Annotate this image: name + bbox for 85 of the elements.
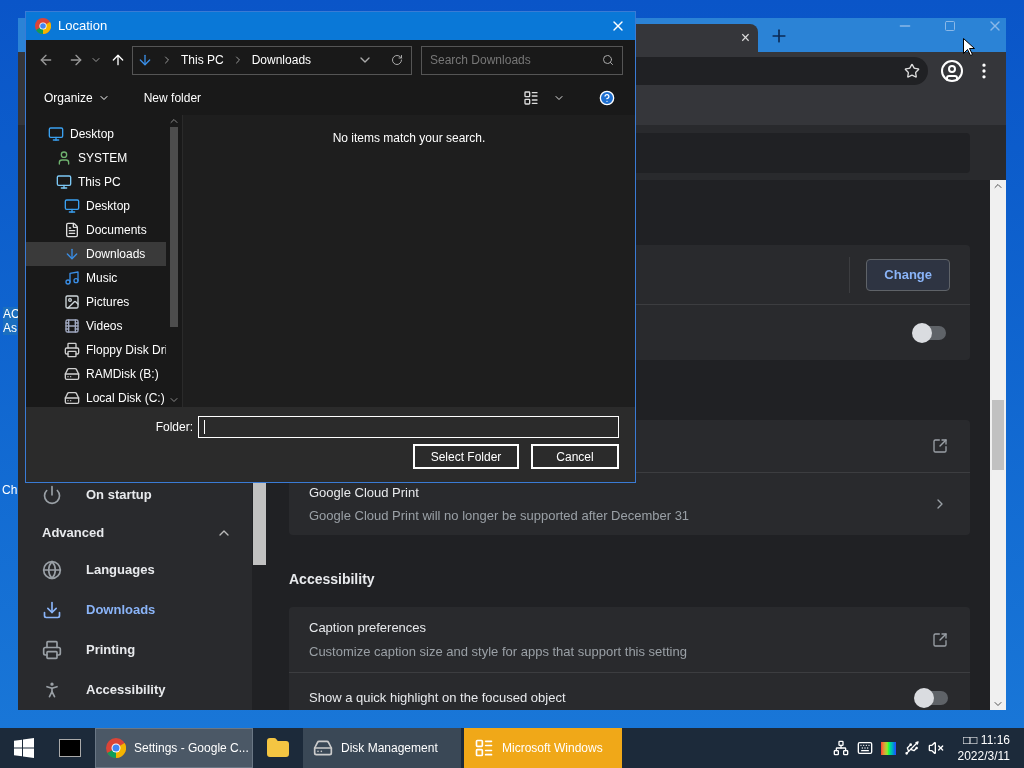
change-button[interactable]: Change xyxy=(866,258,950,291)
download-icon xyxy=(42,600,62,620)
organize-button[interactable]: Organize xyxy=(44,88,110,107)
computer-icon xyxy=(56,174,72,190)
download-icon xyxy=(64,246,80,262)
up-icon[interactable] xyxy=(110,52,126,68)
taskbar-button[interactable]: Disk Management xyxy=(303,728,461,768)
tree-item[interactable]: RAMDisk (B:) xyxy=(26,362,166,386)
muted-speaker-icon[interactable] xyxy=(927,740,944,756)
taskbar-button[interactable]: Settings - Google C... xyxy=(95,728,253,768)
desktop-icon xyxy=(48,126,64,142)
chrome-logo-icon xyxy=(106,738,126,758)
tab-close-icon[interactable]: × xyxy=(740,30,750,46)
star-icon[interactable] xyxy=(904,63,920,79)
tree-item[interactable]: Local Disk (C:) xyxy=(26,386,166,407)
row-subtitle: Customize caption size and style for apps that support this setting xyxy=(309,642,687,661)
tree-item[interactable]: Desktop xyxy=(26,122,166,146)
tree-item[interactable]: Documents xyxy=(26,218,166,242)
address-bar[interactable]: This PC Downloads xyxy=(132,45,412,75)
sidebar-item[interactable]: Downloads xyxy=(18,590,252,630)
search-field[interactable]: Search Downloads xyxy=(421,45,623,75)
display-icon[interactable] xyxy=(880,741,896,755)
folder-input-field[interactable] xyxy=(198,416,619,438)
keyboard-icon[interactable] xyxy=(856,740,873,756)
music-icon xyxy=(64,270,80,286)
refresh-icon[interactable] xyxy=(391,54,403,66)
tree-item[interactable]: SYSTEM xyxy=(26,146,166,170)
profile-icon[interactable] xyxy=(940,59,964,83)
external-link-icon[interactable] xyxy=(932,631,948,648)
search-icon xyxy=(602,54,614,66)
console-icon xyxy=(59,739,81,757)
desktop-icon-label: Ch xyxy=(2,483,18,497)
toggle-switch[interactable] xyxy=(914,325,946,340)
external-link-icon[interactable] xyxy=(932,438,948,454)
tree-item[interactable]: Desktop xyxy=(26,194,166,218)
row-title: Google Cloud Print xyxy=(309,483,420,502)
breadcrumb-item[interactable]: Downloads xyxy=(251,51,312,69)
chrome-logo-icon xyxy=(35,18,51,34)
row-title: Show a quick highlight on the focused object xyxy=(309,688,566,707)
new-folder-button[interactable]: New folder xyxy=(143,88,202,107)
view-icon[interactable] xyxy=(523,89,539,106)
toggle-switch[interactable] xyxy=(916,690,948,705)
network-icon[interactable] xyxy=(832,740,849,756)
empty-message: No items match your search. xyxy=(332,130,486,147)
clock[interactable]: □□ 11:16 2022/3/11 xyxy=(957,732,1010,764)
folder-label: Folder: xyxy=(155,419,193,436)
picture-icon xyxy=(64,294,80,310)
forward-icon[interactable] xyxy=(68,52,84,68)
scrollbar[interactable] xyxy=(990,180,1006,710)
sidebar-item[interactable]: Languages xyxy=(18,550,252,590)
tree-item[interactable]: Downloads xyxy=(26,242,166,266)
sidebar-heading[interactable]: Advanced xyxy=(42,522,105,543)
tree-item[interactable]: Music xyxy=(26,266,166,290)
scrollbar-thumb[interactable] xyxy=(170,127,178,327)
windows-logo-icon xyxy=(14,738,34,758)
desktop-icon-label: As xyxy=(3,321,17,335)
mouse-cursor-icon xyxy=(963,38,975,56)
row-title: Caption preferences xyxy=(309,619,428,637)
section-heading: Accessibility xyxy=(289,570,376,589)
breadcrumb-item[interactable]: This PC xyxy=(181,51,224,69)
tree-item[interactable]: Floppy Disk Dri xyxy=(26,338,166,362)
tree-item[interactable]: Pictures xyxy=(26,290,166,314)
cancel-button[interactable]: Cancel xyxy=(531,444,619,469)
help-icon[interactable] xyxy=(599,89,615,106)
globe-icon xyxy=(42,560,62,580)
power-icon xyxy=(42,485,62,505)
document-icon xyxy=(64,222,80,238)
tree-item[interactable]: This PC xyxy=(26,170,166,194)
tree-item[interactable]: Videos xyxy=(26,314,166,338)
user-icon xyxy=(56,150,72,166)
sidebar-item[interactable]: Accessibility xyxy=(18,670,252,710)
usb-icon[interactable] xyxy=(903,740,920,756)
sidebar-item[interactable]: Printing xyxy=(18,630,252,670)
back-icon[interactable] xyxy=(38,52,54,68)
window-title: Location xyxy=(58,17,109,36)
download-icon xyxy=(137,52,153,68)
row-subtitle: Google Cloud Print will no longer be supported after December 31 xyxy=(309,507,690,525)
desktop-icon xyxy=(64,198,80,214)
window-icon xyxy=(474,738,494,758)
film-icon xyxy=(64,318,80,334)
select-folder-button[interactable]: Select Folder xyxy=(413,444,519,469)
sidebar-item[interactable]: On startup xyxy=(18,475,252,515)
scrollbar-thumb[interactable] xyxy=(992,400,1004,470)
printer-icon xyxy=(42,640,62,660)
folder-icon xyxy=(266,736,290,760)
